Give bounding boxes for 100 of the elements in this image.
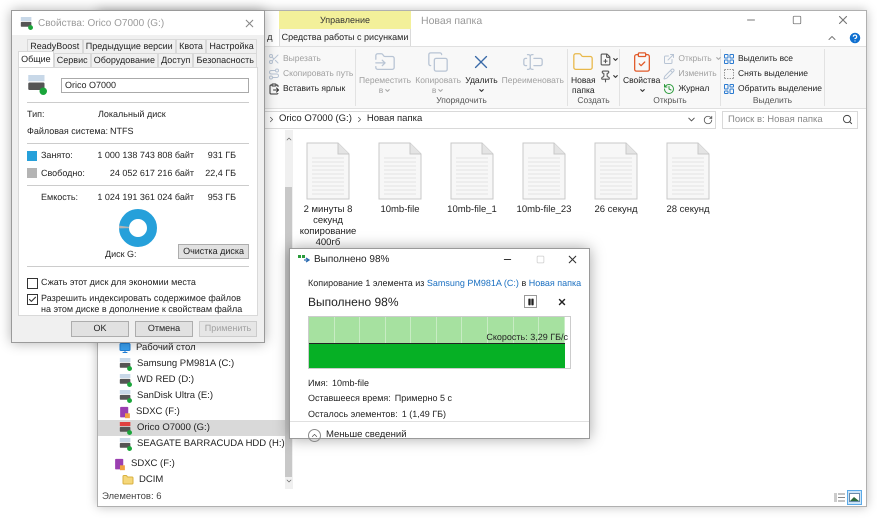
name-field[interactable]: Orico O7000 — [61, 78, 249, 92]
file-item[interactable]: 26 секунд — [582, 142, 650, 248]
ribbon-button[interactable]: Вставить ярлык — [268, 81, 354, 96]
scroll-down-icon[interactable] — [284, 477, 293, 485]
target-link[interactable]: Новая папка — [528, 278, 582, 288]
tab[interactable]: Безопасность — [193, 53, 257, 67]
source-link[interactable]: Samsung PM981A (C:) — [426, 278, 519, 288]
scissors-icon — [268, 52, 280, 64]
caret-icon — [612, 73, 619, 80]
ribbon-tab[interactable]: д — [267, 29, 276, 46]
detail-label: Имя: — [308, 376, 328, 390]
detail-label: Оставшееся время: — [308, 392, 391, 405]
close-icon — [836, 13, 850, 27]
nav-item[interactable]: WD RED (D:) — [98, 372, 285, 388]
context-tab-header: Управление — [279, 11, 411, 29]
caret-icon — [638, 87, 646, 94]
text-cursor-icon — [522, 51, 544, 73]
ribbon-button[interactable]: Свойства — [622, 49, 662, 95]
history-icon — [663, 82, 676, 94]
help-icon[interactable] — [848, 30, 862, 44]
ribbon-button[interactable] — [598, 51, 619, 68]
less-details-button[interactable]: Меньше сведений — [290, 421, 589, 448]
search-icon — [842, 114, 853, 124]
document-icon — [522, 142, 566, 200]
field-label: Тип: — [27, 108, 46, 121]
size-value: 22,4 ГБ — [204, 166, 236, 180]
tab[interactable]: Оборудование — [90, 53, 158, 67]
ribbon-button[interactable] — [598, 68, 619, 85]
details-view-button[interactable] — [832, 490, 847, 505]
dialog-title: Выполнено 98% — [314, 252, 390, 266]
pause-icon — [526, 298, 534, 306]
speed-label: Скорость: 3,29 ГБ/с — [486, 330, 568, 344]
monitor-icon — [119, 342, 131, 354]
dialog-button[interactable]: OK — [71, 321, 129, 337]
cleanup-button[interactable]: Очистка диска — [178, 244, 249, 259]
detail-value: Примерно 5 с — [394, 392, 452, 405]
check-icon — [28, 295, 37, 304]
close-icon — [557, 296, 567, 306]
pin-icon — [598, 70, 612, 83]
checkbox[interactable] — [27, 294, 38, 305]
scroll-up-icon[interactable] — [284, 135, 293, 143]
field-label: Занято: — [41, 149, 74, 162]
dialog-button[interactable]: Отмена — [135, 321, 193, 337]
copy-icon — [298, 254, 310, 264]
tab[interactable]: Общие — [18, 51, 54, 67]
file-item[interactable]: 2 минуты 8 секунд копирование 400гб — [294, 142, 362, 248]
document-icon — [450, 142, 494, 200]
nav-item[interactable]: SanDisk Ultra (E:) — [98, 388, 285, 404]
breadcrumb-item[interactable]: Новая папка — [366, 112, 422, 127]
nav-item[interactable]: SDXC (F:) — [98, 456, 285, 472]
cancel-button[interactable] — [557, 296, 567, 306]
file-item[interactable]: 10mb-file_1 — [438, 142, 506, 248]
ribbon-button[interactable]: Удалить — [464, 49, 499, 95]
group-label: Упорядочить — [436, 94, 487, 106]
nav-item[interactable]: DCIM — [98, 472, 285, 488]
refresh-icon[interactable] — [703, 114, 713, 124]
nav-item[interactable]: Рабочий стол — [98, 340, 285, 356]
sd-card-icon — [114, 458, 126, 470]
detail-value: 10mb-file — [332, 376, 370, 390]
large-icons-view-button[interactable] — [847, 490, 862, 505]
file-item[interactable]: 28 секунд — [654, 142, 722, 248]
document-icon — [666, 142, 710, 200]
file-item[interactable]: 10mb-file_23 — [510, 142, 578, 248]
path-icon — [268, 68, 280, 80]
ribbon-button[interactable]: Выделить все — [723, 51, 822, 66]
search-field[interactable]: Поиск в: Новая папка — [722, 110, 858, 128]
tab[interactable]: Доступ — [158, 53, 194, 67]
ribbon-button[interactable]: Обратить выделение — [723, 81, 822, 96]
sd-card-icon — [119, 406, 131, 418]
tab[interactable]: Предыдущие версии — [82, 39, 176, 53]
drive-icon — [27, 75, 47, 95]
tab[interactable]: ReadyBoost — [27, 39, 83, 53]
ribbon-tab[interactable]: Средства работы с рисунками — [279, 29, 411, 46]
close-icon[interactable] — [243, 16, 256, 30]
byte-count: 24 052 617 216 байт — [108, 166, 194, 180]
breadcrumb-item[interactable]: Orico O7000 (G:) — [279, 112, 352, 127]
nav-item[interactable]: Samsung PM981A (C:) — [98, 356, 285, 372]
dialog-title: Свойства: Orico O7000 (G:) — [38, 16, 164, 30]
checkbox[interactable] — [27, 278, 38, 289]
ribbon-button[interactable]: Снять выделение — [723, 66, 822, 81]
nav-item[interactable]: Orico O7000 (G:) — [98, 420, 285, 436]
folder-icon — [122, 474, 134, 486]
address-bar[interactable]: Orico O7000 (G:) Новая папка — [264, 110, 716, 128]
pencil-icon — [663, 68, 676, 80]
size-value: 953 ГБ — [206, 191, 236, 204]
tab[interactable]: Сервис — [54, 53, 91, 67]
nav-item[interactable]: SEAGATE BARRACUDA HDD (H:) — [98, 436, 285, 452]
pause-button[interactable] — [524, 295, 537, 308]
copy-icon — [427, 51, 450, 73]
ribbon-button[interactable]: Новая папка — [570, 49, 597, 95]
tab[interactable]: Квота — [176, 39, 206, 53]
disk-label: Диск G: — [105, 248, 137, 261]
maximize-icon — [536, 254, 544, 264]
folder-icon — [572, 51, 594, 73]
file-item[interactable]: 10mb-file — [366, 142, 434, 248]
document-icon — [378, 142, 422, 200]
tab[interactable]: Настройка — [206, 39, 257, 53]
ribbon-button[interactable]: Журнал — [663, 81, 722, 96]
nav-item[interactable]: SDXC (F:) — [98, 404, 285, 420]
folder-arrow-icon — [374, 51, 396, 73]
